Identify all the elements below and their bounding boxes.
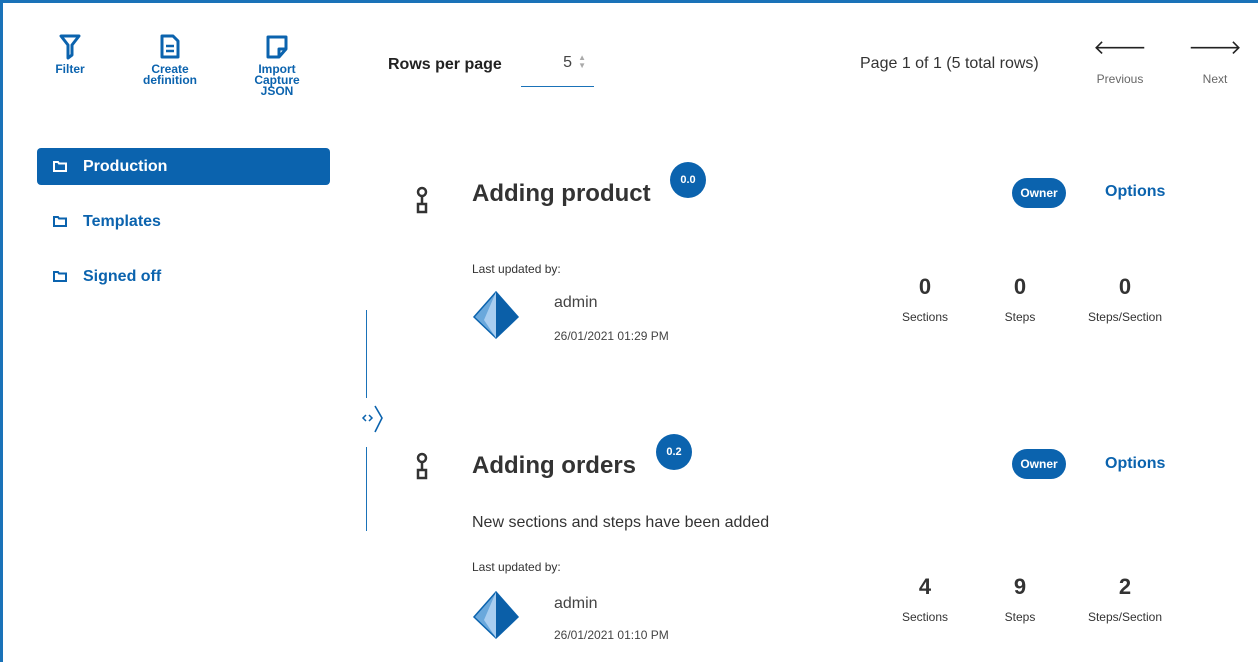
- last-updated-label: Last updated by:: [472, 560, 561, 574]
- version-badge: 0.0: [670, 162, 706, 198]
- stat-steps-per-section: 0 Steps/Section: [1070, 274, 1180, 324]
- sidebar-item-templates[interactable]: Templates: [37, 203, 330, 240]
- next-label: Next: [1202, 72, 1228, 86]
- rows-per-page-value: 5: [563, 54, 572, 71]
- import-icon: [266, 35, 288, 59]
- stat-value: 4: [918, 574, 932, 599]
- expand-collapse-icon: [361, 405, 383, 433]
- options-link[interactable]: Options: [1105, 183, 1165, 201]
- last-updated-label: Last updated by:: [472, 262, 561, 276]
- stat-label: Steps: [1004, 310, 1036, 324]
- spinner-icon[interactable]: ▲ ▼: [578, 54, 586, 70]
- create-definition-button[interactable]: Create definition: [140, 34, 200, 86]
- updated-date: 26/01/2021 01:29 PM: [554, 329, 669, 343]
- splitter-line: [366, 447, 367, 531]
- filter-label: Filter: [55, 62, 85, 76]
- rows-per-page-input[interactable]: 5 ▲ ▼: [521, 48, 594, 87]
- definition-description: New sections and steps have been added: [472, 514, 770, 531]
- user-name: admin: [554, 294, 598, 311]
- collapse-toggle[interactable]: [360, 404, 384, 434]
- avatar: [472, 590, 520, 640]
- import-capture-json-button[interactable]: Import Capture JSON: [252, 34, 302, 97]
- create-definition-label: Create definition: [143, 62, 197, 87]
- definition-card: Adding orders 0.2 Owner Options New sect…: [400, 434, 1220, 662]
- stat-sections: 4 Sections: [870, 574, 980, 624]
- stat-label: Steps/Section: [1087, 610, 1163, 624]
- definition-card: Adding product 0.0 Owner Options Last up…: [400, 162, 1220, 416]
- stat-value: 0: [1013, 274, 1027, 299]
- sidebar-item-label: Signed off: [83, 267, 162, 285]
- updated-date: 26/01/2021 01:10 PM: [554, 628, 669, 642]
- stat-label: Sections: [901, 310, 949, 324]
- arrow-right-icon: 🡒: [1188, 37, 1242, 59]
- page-info: Page 1 of 1 (5 total rows): [860, 55, 1039, 72]
- definition-icon: [416, 186, 428, 214]
- next-button[interactable]: 🡒 Next: [1188, 38, 1242, 86]
- folder-icon: [53, 216, 67, 227]
- avatar: [472, 290, 520, 340]
- stat-steps: 0 Steps: [965, 274, 1075, 324]
- import-capture-json-label: Import Capture JSON: [254, 62, 300, 98]
- previous-button[interactable]: 🡐 Previous: [1090, 38, 1150, 86]
- folder-icon: [53, 161, 67, 172]
- stat-sections: 0 Sections: [870, 274, 980, 324]
- stat-label: Steps: [1004, 610, 1036, 624]
- stat-value: 2: [1118, 574, 1132, 599]
- options-link[interactable]: Options: [1105, 455, 1165, 473]
- stat-steps-per-section: 2 Steps/Section: [1070, 574, 1180, 624]
- stat-label: Sections: [901, 610, 949, 624]
- sidebar-item-production[interactable]: Production: [37, 148, 330, 185]
- owner-badge: Owner: [1012, 449, 1066, 479]
- filter-icon: [59, 34, 81, 60]
- definition-title[interactable]: Adding product: [472, 180, 651, 208]
- previous-label: Previous: [1096, 72, 1144, 86]
- stat-steps: 9 Steps: [965, 574, 1075, 624]
- arrow-left-icon: 🡐: [1093, 37, 1147, 59]
- user-name: admin: [554, 595, 598, 612]
- stat-value: 0: [1118, 274, 1132, 299]
- stat-value: 0: [918, 274, 932, 299]
- definition-icon: [416, 452, 428, 480]
- folder-icon: [53, 271, 67, 282]
- sidebar-item-signed-off[interactable]: Signed off: [37, 258, 330, 295]
- sidebar-item-label: Templates: [83, 212, 161, 230]
- sidebar-item-label: Production: [83, 157, 168, 175]
- owner-badge: Owner: [1012, 178, 1066, 208]
- filter-button[interactable]: Filter: [50, 34, 90, 75]
- stat-value: 9: [1013, 574, 1027, 599]
- rows-per-page-label: Rows per page: [388, 56, 502, 73]
- document-icon: [160, 34, 180, 59]
- version-badge: 0.2: [656, 434, 692, 470]
- splitter-line: [366, 310, 367, 398]
- stat-label: Steps/Section: [1087, 310, 1163, 324]
- definition-title[interactable]: Adding orders: [472, 452, 636, 480]
